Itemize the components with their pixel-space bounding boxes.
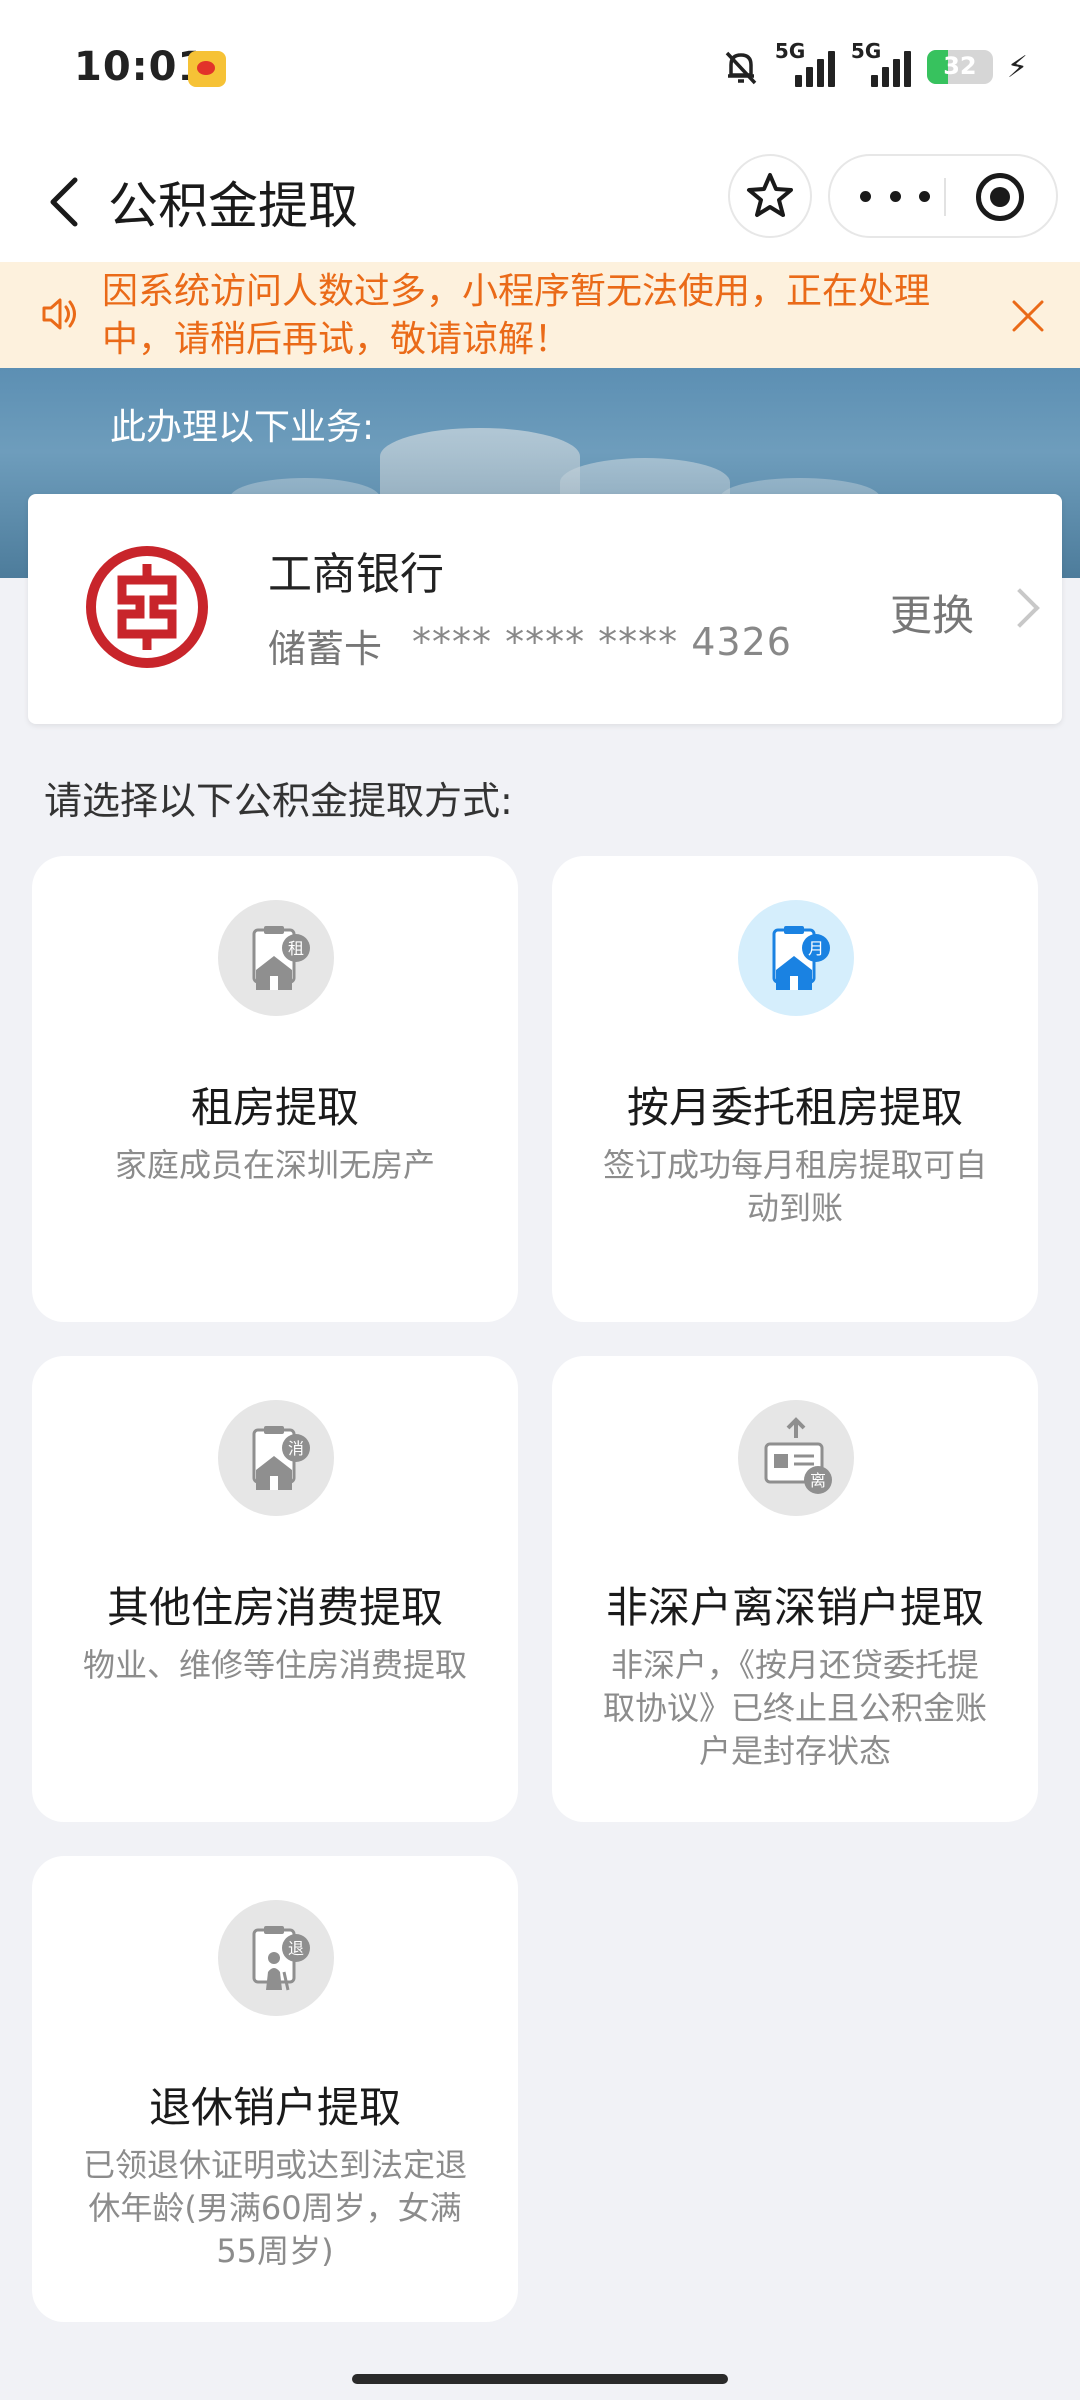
signal-label-2: 5G — [850, 39, 882, 63]
change-card-button[interactable]: 更换 — [864, 574, 1044, 644]
option-title: 其他住房消费提取 — [106, 1583, 443, 1632]
notice-text: 因系统访问人数过多，小程序暂无法使用，正在处理中，请稍后再试，敬请谅解！ — [102, 271, 931, 360]
more-button[interactable] — [860, 174, 930, 218]
home-indicator[interactable] — [352, 2374, 728, 2384]
more-icon — [860, 190, 871, 202]
card-number: **** **** **** 4326 — [412, 620, 792, 664]
option-card-leave-shenzhen[interactable]: 离 非深户离深销户提取 非深户，《按月还贷委托提取协议》已终止且公积金账户是封存… — [552, 1356, 1038, 1822]
target-icon[interactable] — [976, 173, 1024, 221]
consumption-badge: 消 — [288, 1439, 304, 1458]
option-desc: 已领退休证明或达到法定退休年龄(男满60周岁，女满55周岁) — [82, 2146, 467, 2270]
option-title: 租房提取 — [190, 1083, 359, 1132]
option-desc: 签订成功每月租房提取可自动到账 — [602, 1146, 987, 1227]
status-time: 10:01 — [74, 44, 207, 90]
section-title: 请选择以下公积金提取方式: — [44, 779, 513, 823]
chevron-right-icon — [1000, 588, 1040, 628]
signal-icon: 5G — [851, 39, 913, 89]
signal-label-1: 5G — [774, 39, 806, 63]
nav-bar: 公积金提取 — [0, 140, 1080, 262]
option-card-housing-consumption[interactable]: 消 其他住房消费提取 物业、维修等住房消费提取 — [32, 1356, 518, 1822]
speaker-icon — [42, 298, 76, 330]
battery-label: 32 — [943, 52, 977, 80]
option-desc: 物业、维修等住房消费提取 — [82, 1646, 467, 1684]
option-title: 按月委托租房提取 — [626, 1083, 963, 1132]
option-card-monthly-rent[interactable]: 月 按月委托租房提取 签订成功每月租房提取可自动到账 — [552, 856, 1038, 1322]
charging-icon: ⚡ — [1006, 49, 1028, 85]
bank-name: 工商银行 — [268, 549, 444, 600]
card-type: 储蓄卡 — [268, 627, 383, 671]
housing-consumption-icon: 消 — [218, 1400, 334, 1516]
notice-bar: 因系统访问人数过多，小程序暂无法使用，正在处理中，请稍后再试，敬请谅解！ — [0, 262, 1080, 368]
rent-badge: 租 — [288, 939, 304, 958]
signal-icon: 5G — [775, 39, 837, 89]
status-bar: 10:01 5G 5G 32 ⚡ — [0, 0, 1080, 140]
monthly-rent-icon: 月 — [738, 900, 854, 1016]
leave-badge: 离 — [810, 1471, 826, 1490]
capsule-divider — [944, 178, 946, 216]
banner-text: 此办理以下业务: — [110, 407, 375, 448]
retirement-badge: 退 — [288, 1939, 304, 1958]
retirement-icon: 退 — [218, 1900, 334, 2016]
weibo-icon — [188, 51, 226, 87]
monthly-badge: 月 — [808, 939, 824, 958]
miniprogram-capsule — [828, 154, 1058, 238]
change-label: 更换 — [890, 591, 975, 640]
battery-icon: 32 — [926, 50, 993, 84]
leave-shenzhen-icon: 离 — [738, 1400, 854, 1516]
page-title: 公积金提取 — [108, 177, 358, 235]
rent-house-icon: 租 — [218, 900, 334, 1016]
option-title: 非深户离深销户提取 — [605, 1583, 984, 1632]
mute-bell-icon — [721, 47, 761, 87]
option-desc: 非深户，《按月还贷委托提取协议》已终止且公积金账户是封存状态 — [602, 1646, 987, 1770]
option-desc: 家庭成员在深圳无房产 — [114, 1146, 435, 1184]
option-card-retirement[interactable]: 退 退休销户提取 已领退休证明或达到法定退休年龄(男满60周岁，女满55周岁) — [32, 1856, 518, 2322]
close-icon[interactable] — [1008, 296, 1048, 336]
option-card-rent[interactable]: 租 租房提取 家庭成员在深圳无房产 — [32, 856, 518, 1322]
option-title: 退休销户提取 — [148, 2083, 401, 2132]
bank-card: 工商银行 储蓄卡 **** **** **** 4326 更换 — [28, 494, 1062, 724]
back-icon — [50, 177, 78, 227]
star-icon — [747, 173, 793, 217]
back-button[interactable] — [30, 162, 100, 242]
favorite-button[interactable] — [728, 154, 812, 238]
icbc-logo-icon — [86, 546, 208, 668]
status-icons: 5G 5G 32 ⚡ — [721, 39, 1028, 92]
